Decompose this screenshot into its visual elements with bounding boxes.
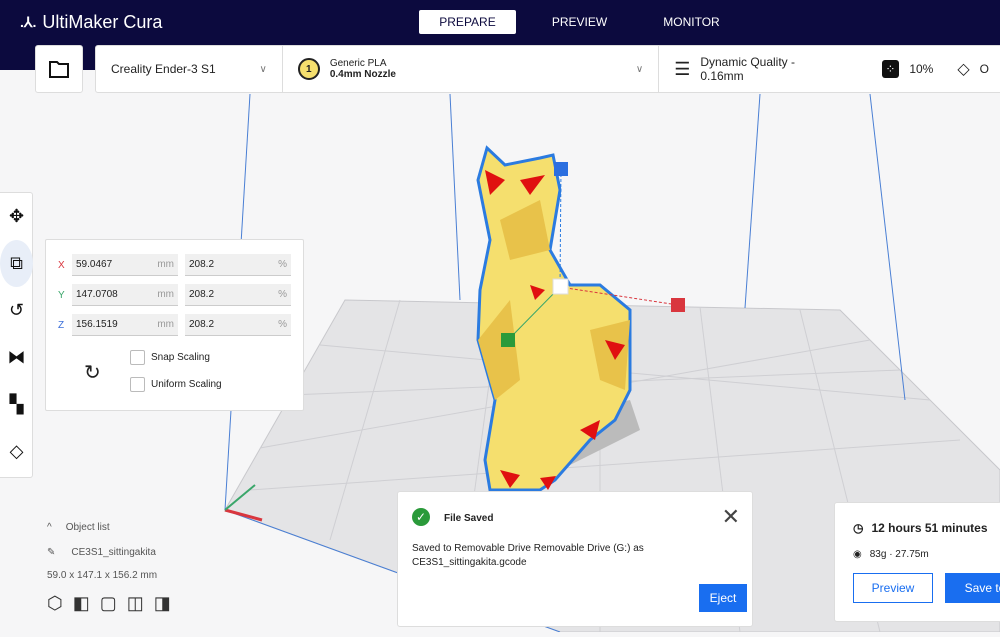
app-title: UltiMaker Cura [42,12,163,32]
stage-menu: Creality Ender-3 S1 ∨ 1 Generic PLA 0.4mm … [95,45,1000,93]
view-3d-icon[interactable]: ⬡ [47,593,63,614]
print-settings-selector[interactable]: ☰ Dynamic Quality - 0.16mm ⁘ 10% ◇ O [659,46,1000,92]
file-saved-notification: ✓ File Saved ✕ Saved to Removable Drive … [397,491,753,627]
unit-label: mm [157,259,174,270]
gizmo-y-handle[interactable] [501,333,515,347]
rotate-tool-button[interactable]: ↺ [0,287,33,334]
tool-toolbar: ✥ ⧉ ↺ ⧓ ▚ ◇ [0,192,33,478]
unit-label: mm [157,319,174,330]
object-dimensions: 59.0 x 147.1 x 156.2 mm [47,570,158,581]
open-file-button[interactable] [35,45,83,93]
checkbox-box [130,350,145,365]
object-list-toggle[interactable]: ^ Object list [47,522,171,533]
z-percent-value: 208.2 [189,319,215,330]
per-model-settings-icon: ▚ [9,394,24,414]
edit-icon[interactable]: ✎ [47,547,55,558]
reset-scale-button[interactable]: ↻ [84,360,101,385]
x-axis-label: X [58,259,65,271]
eject-button[interactable]: Eject [699,584,747,612]
folder-icon [49,61,69,78]
tab-prepare[interactable]: PREPARE [419,10,516,34]
support-value: O [979,62,989,76]
chevron-down-icon: ∨ [635,63,644,75]
move-tool-button[interactable]: ✥ [0,193,33,240]
uniform-scaling-label: Uniform Scaling [151,379,222,390]
y-percent-value: 208.2 [189,289,215,300]
print-time: 12 hours 51 minutes [871,521,988,535]
infill-icon: ⁘ [881,60,900,78]
settings-sliders-icon: ☰ [674,58,691,79]
notification-message: Saved to Removable Drive Removable Drive… [412,543,644,568]
view-left-icon[interactable]: ◫ [127,593,144,614]
unit-label: % [278,319,287,330]
notification-title: File Saved [444,513,494,524]
uniform-scaling-checkbox[interactable]: Uniform Scaling [130,377,222,392]
material-usage: 83g · 27.75m [869,549,929,560]
view-right-icon[interactable]: ◨ [154,593,171,614]
unit-label: % [278,289,287,300]
chevron-up-icon: ^ [47,522,52,533]
spool-icon: ◉ [853,549,862,560]
x-mm-input[interactable]: 59.0467 mm [72,254,178,276]
gizmo-x-handle[interactable] [671,298,685,312]
object-list: ^ Object list ✎ CE3S1_sittingakita 59.0 x … [47,522,171,614]
clock-icon: ◷ [853,521,864,535]
scale-icon: ⧉ [10,253,23,273]
ultimaker-logo-icon: .⅄. [20,14,37,30]
app-logo: .⅄. UltiMaker Cura [20,12,162,33]
material-name: Generic PLA [329,58,387,69]
object-name: CE3S1_sittingakita [71,547,156,558]
view-top-icon[interactable]: ▢ [100,593,117,614]
view-front-icon[interactable]: ◧ [73,593,90,614]
reset-icon: ↻ [84,362,101,384]
printer-name: Creality Ender-3 S1 [111,62,216,76]
support-blocker-button[interactable]: ◇ [0,428,33,475]
save-to-drive-button[interactable]: Save to [945,573,1000,603]
mirror-icon: ⧓ [7,347,26,367]
snap-scaling-label: Snap Scaling [151,352,210,363]
nozzle-size: 0.4mm Nozzle [329,69,396,80]
printer-selector[interactable]: Creality Ender-3 S1 ∨ [96,46,283,92]
z-mm-input[interactable]: 156.1519 mm [72,314,178,336]
scale-panel: X 59.0467 mm 208.2% Y 147.0708 mm 208.2% Z… [45,239,304,411]
unit-label: % [278,259,287,270]
object-list-label: Object list [65,522,110,533]
infill-value: 10% [909,62,934,76]
z-percent-input[interactable]: 208.2% [185,314,291,336]
z-axis-label: Z [58,319,65,331]
print-summary-panel: ◷ 12 hours 51 minutes ◉ 83g · 27.75m Previ… [834,502,1000,622]
support-blocker-icon: ◇ [9,441,24,461]
tab-preview[interactable]: PREVIEW [531,10,628,34]
check-circle-icon: ✓ [412,508,430,526]
x-percent-value: 208.2 [189,259,215,270]
per-model-settings-button[interactable]: ▚ [0,381,33,428]
y-mm-value: 147.0708 [76,289,118,300]
chevron-down-icon: ∨ [259,63,267,75]
unit-label: mm [157,289,174,300]
z-mm-value: 156.1519 [76,319,118,330]
snap-scaling-checkbox[interactable]: Snap Scaling [130,350,210,365]
gizmo-center-handle[interactable] [552,278,569,295]
rotate-icon: ↺ [8,300,25,320]
y-mm-input[interactable]: 147.0708 mm [72,284,178,306]
x-mm-value: 59.0467 [76,259,113,270]
gizmo-z-handle[interactable] [554,162,568,176]
quality-profile: Dynamic Quality - 0.16mm [700,55,796,83]
support-icon: ◇ [957,61,970,78]
extruder-icon: 1 [297,58,320,80]
tab-monitor[interactable]: MONITOR [643,10,740,34]
x-percent-input[interactable]: 208.2% [185,254,291,276]
y-percent-input[interactable]: 208.2% [185,284,291,306]
move-icon: ✥ [8,206,25,226]
mirror-tool-button[interactable]: ⧓ [0,334,33,381]
scale-tool-button[interactable]: ⧉ [0,240,33,287]
y-axis-label: Y [58,289,65,301]
checkbox-box [130,377,145,392]
close-icon: ✕ [721,504,740,529]
preview-button[interactable]: Preview [853,573,933,603]
close-button[interactable]: ✕ [722,504,740,530]
material-selector[interactable]: 1 Generic PLA 0.4mm Nozzle ∨ [283,46,660,92]
